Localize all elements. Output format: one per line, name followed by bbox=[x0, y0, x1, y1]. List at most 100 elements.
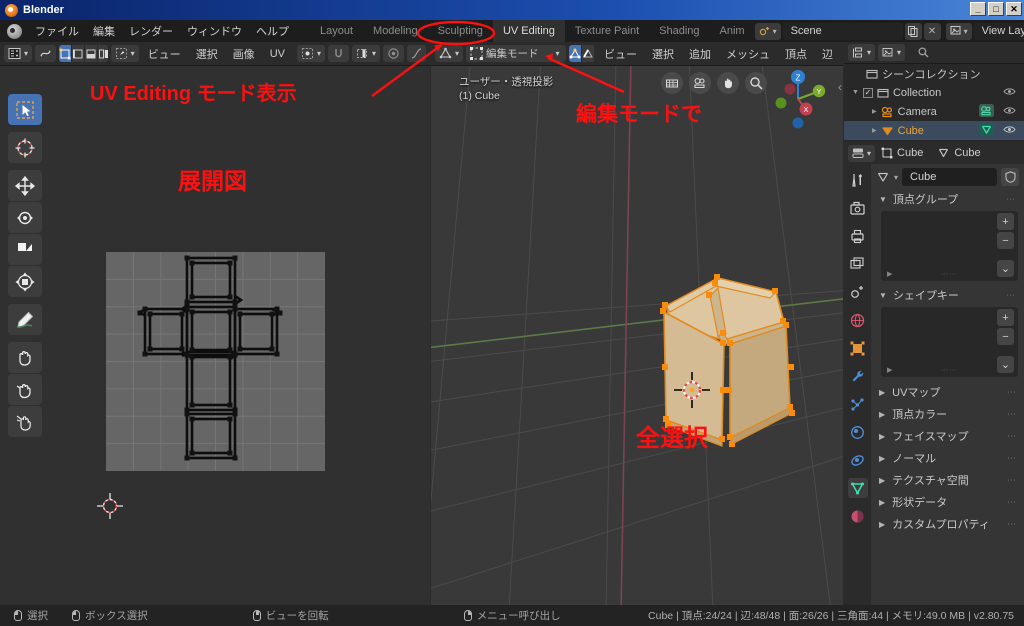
select-mode-edge[interactable] bbox=[580, 45, 594, 62]
remove-shape-key-button[interactable]: − bbox=[997, 328, 1014, 345]
select-mode-face[interactable] bbox=[593, 45, 595, 62]
camera-view-icon[interactable] bbox=[689, 72, 711, 94]
viewport-menu-vertex[interactable]: 頂点 bbox=[779, 46, 813, 62]
properties-tab-particles[interactable] bbox=[848, 394, 868, 414]
viewport-menu-mesh[interactable]: メッシュ bbox=[720, 46, 776, 62]
properties-tab-view-layer[interactable] bbox=[848, 254, 868, 274]
mesh-data-icon[interactable] bbox=[979, 122, 994, 139]
properties-tab-world[interactable] bbox=[848, 310, 868, 330]
camera-data-icon[interactable] bbox=[979, 103, 994, 120]
panel-drag-dots[interactable]: ⋯ bbox=[1007, 475, 1016, 486]
list-resize-grip[interactable]: ⋯⋯ bbox=[942, 366, 958, 374]
menu-help[interactable]: ヘルプ bbox=[249, 20, 296, 42]
panel-drag-dots[interactable]: ⋯ bbox=[1007, 387, 1016, 398]
properties-tab-constraints[interactable] bbox=[848, 450, 868, 470]
uv-tool-cursor[interactable] bbox=[8, 132, 42, 163]
uv-menu-view[interactable]: ビュー bbox=[142, 46, 187, 62]
properties-tab-data[interactable] bbox=[847, 478, 868, 498]
collection-checkbox[interactable]: ✓ bbox=[862, 87, 873, 98]
uv-proportional-edit-toggle[interactable] bbox=[383, 45, 404, 62]
menu-window[interactable]: ウィンドウ bbox=[180, 20, 249, 42]
shape-key-specials-button[interactable]: ⌄ bbox=[997, 356, 1014, 373]
list-resize-grip[interactable]: ⋯⋯ bbox=[942, 270, 958, 278]
uv-tool-tweak[interactable] bbox=[8, 94, 42, 125]
panel-header-uv-maps[interactable]: ▶ UVマップ ⋯ bbox=[871, 381, 1024, 403]
panel-drag-dots[interactable]: ⋯ bbox=[1007, 453, 1016, 464]
uv-edge-select-button[interactable] bbox=[71, 45, 85, 62]
properties-tab-tool[interactable] bbox=[848, 170, 868, 190]
uv-editor-type-button[interactable]: ▾ bbox=[4, 45, 33, 62]
uv-snap-toggle[interactable] bbox=[327, 45, 349, 62]
panel-header-shape-keys[interactable]: ▼ シェイプキー ⋯ bbox=[871, 285, 1024, 305]
toggle-xray-icon[interactable] bbox=[661, 72, 683, 94]
panel-header-texture-space[interactable]: ▶ テクスチャ空間 ⋯ bbox=[871, 469, 1024, 491]
outliner-row-cube[interactable]: ▶ Cube bbox=[844, 121, 1024, 140]
uv-menu-select[interactable]: 選択 bbox=[190, 46, 224, 62]
properties-tab-render[interactable] bbox=[848, 198, 868, 218]
viewport-menu-view[interactable]: ビュー bbox=[598, 46, 643, 62]
panel-drag-dots[interactable]: ⋯ bbox=[1007, 409, 1016, 420]
workspace-tab-layout[interactable]: Layout bbox=[310, 20, 363, 42]
panel-drag-dots[interactable]: ⋯ bbox=[1006, 194, 1016, 205]
outliner-editor-type-button[interactable]: ▾ bbox=[848, 44, 876, 61]
list-filter-triangle-icon[interactable]: ▶ bbox=[887, 270, 892, 278]
scene-browse-dropdown[interactable]: ▾ bbox=[754, 22, 781, 40]
disclosure-triangle-icon[interactable]: ▼ bbox=[852, 89, 859, 96]
breadcrumb-object-label[interactable]: Cube bbox=[897, 147, 923, 159]
viewport-3d-canvas[interactable]: ユーザー・透視投影 (1) Cube Z Y X ‹ bbox=[431, 66, 843, 605]
panel-drag-dots[interactable]: ⋯ bbox=[1007, 497, 1016, 508]
uv-tool-rotate[interactable] bbox=[8, 202, 42, 233]
panel-drag-dots[interactable]: ⋯ bbox=[1007, 431, 1016, 442]
search-icon[interactable] bbox=[918, 47, 929, 58]
cube-visibility-eye-icon[interactable] bbox=[1003, 125, 1016, 137]
list-filter-triangle-icon[interactable]: ▶ bbox=[887, 366, 892, 374]
panel-header-geometry-data[interactable]: ▶ 形状データ ⋯ bbox=[871, 491, 1024, 513]
zoom-magnifier-icon[interactable] bbox=[745, 72, 767, 94]
uv-canvas[interactable] bbox=[0, 66, 430, 605]
workspace-tab-sculpting[interactable]: Sculpting bbox=[428, 20, 493, 42]
disclosure-triangle-icon[interactable]: ▶ bbox=[872, 108, 877, 115]
panel-header-face-maps[interactable]: ▶ フェイスマップ ⋯ bbox=[871, 425, 1024, 447]
viewport-menu-add[interactable]: 追加 bbox=[683, 46, 717, 62]
camera-visibility-eye-icon[interactable] bbox=[1003, 106, 1016, 118]
axis-gizmo[interactable]: Z Y X bbox=[767, 68, 829, 130]
collection-visibility-eye-icon[interactable] bbox=[1003, 87, 1016, 99]
scene-unlink-button[interactable]: ✕ bbox=[923, 22, 941, 40]
uv-tool-move[interactable] bbox=[8, 170, 42, 201]
menu-file[interactable]: ファイル bbox=[28, 20, 86, 42]
workspace-tab-shading[interactable]: Shading bbox=[649, 20, 709, 42]
properties-tab-material[interactable] bbox=[848, 506, 868, 526]
remove-vertex-group-button[interactable]: − bbox=[997, 232, 1014, 249]
uv-snap-target-dropdown[interactable]: ▾ bbox=[351, 45, 380, 62]
vertex-group-specials-button[interactable]: ⌄ bbox=[997, 260, 1014, 277]
maximize-button[interactable]: □ bbox=[988, 2, 1004, 16]
uv-vertex-select-button[interactable] bbox=[59, 45, 72, 62]
menu-edit[interactable]: 編集 bbox=[86, 20, 122, 42]
viewport-menu-select[interactable]: 選択 bbox=[646, 46, 680, 62]
panel-drag-dots[interactable]: ⋯ bbox=[1007, 519, 1016, 530]
properties-tab-object[interactable] bbox=[848, 338, 868, 358]
workspace-tab-modeling[interactable]: Modeling bbox=[363, 20, 428, 42]
workspace-tab-uv-editing[interactable]: UV Editing bbox=[492, 20, 565, 42]
viewport-editor-type-button[interactable]: ▾ bbox=[435, 45, 464, 62]
viewport-menu-edge[interactable]: 辺 bbox=[816, 46, 839, 62]
add-shape-key-button[interactable]: + bbox=[997, 309, 1014, 326]
interaction-mode-dropdown[interactable]: 編集モード ▾ bbox=[466, 45, 566, 62]
uv-menu-uv[interactable]: UV bbox=[264, 48, 291, 60]
outliner-row-collection[interactable]: ▼ ✓ Collection bbox=[844, 83, 1024, 102]
scene-name-field[interactable]: Scene bbox=[782, 22, 903, 40]
viewlayer-browse-dropdown[interactable]: ▾ bbox=[945, 22, 972, 40]
uv-pivot-dropdown[interactable]: ▾ bbox=[110, 45, 139, 62]
blender-menu-logo-icon[interactable] bbox=[7, 23, 22, 39]
uv-island-select-button[interactable] bbox=[97, 45, 108, 62]
uv-menu-image[interactable]: 画像 bbox=[227, 46, 261, 62]
add-vertex-group-button[interactable]: + bbox=[997, 213, 1014, 230]
outliner-row-camera[interactable]: ▶ Camera bbox=[844, 102, 1024, 121]
hand-pan-icon[interactable] bbox=[717, 72, 739, 94]
panel-header-normals[interactable]: ▶ ノーマル ⋯ bbox=[871, 447, 1024, 469]
properties-tab-output[interactable] bbox=[848, 226, 868, 246]
uv-unwrap-islands[interactable] bbox=[106, 252, 346, 492]
workspace-tab-texture-paint[interactable]: Texture Paint bbox=[565, 20, 649, 42]
sidebar-toggle-chevron-icon[interactable]: ‹ bbox=[838, 80, 842, 94]
properties-editor-type-button[interactable]: ▾ bbox=[848, 144, 876, 162]
